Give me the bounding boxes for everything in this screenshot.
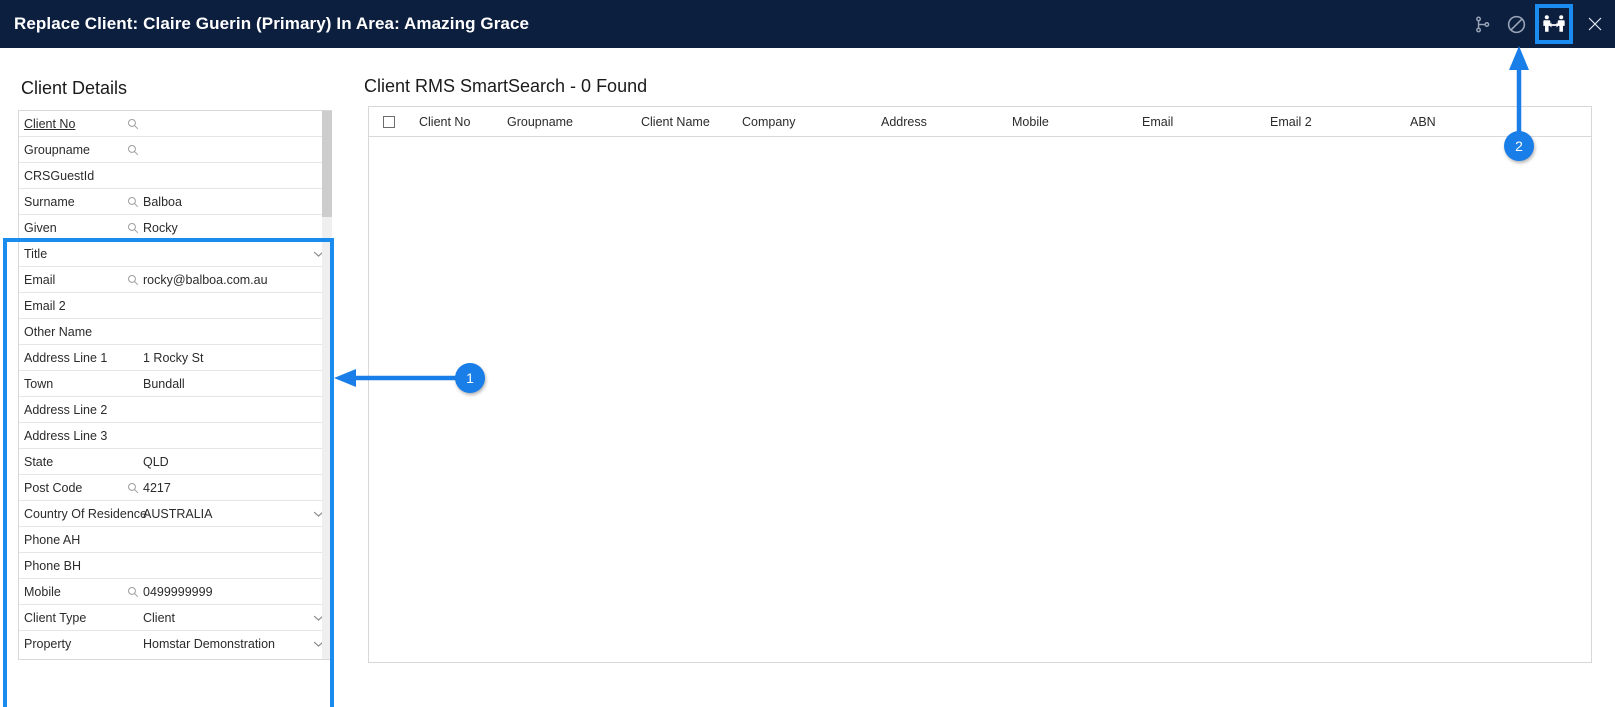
field-value[interactable]: Rocky xyxy=(143,221,178,235)
merge-icon[interactable] xyxy=(1465,0,1499,48)
field-value[interactable]: 0499999999 xyxy=(143,585,213,599)
field-value[interactable]: AUSTRALIA xyxy=(143,507,212,521)
client-details-heading: Client Details xyxy=(21,78,128,98)
grid-header-row: Client No Groupname Client Name Company Addr… xyxy=(369,107,1591,137)
field-label: Client No xyxy=(24,116,76,131)
form-row[interactable]: Phone AH xyxy=(19,527,332,553)
scrollbar-thumb[interactable] xyxy=(322,111,332,217)
search-icon[interactable] xyxy=(127,482,139,494)
field-label: Phone AH xyxy=(24,532,81,547)
form-row[interactable]: Email 2 xyxy=(19,293,332,319)
grid-column-header[interactable]: Address xyxy=(881,115,927,129)
field-label: Mobile xyxy=(24,584,61,599)
field-label: CRSGuestId xyxy=(24,168,95,183)
search-icon[interactable] xyxy=(127,118,139,130)
grid-column-header[interactable]: Email xyxy=(1142,115,1173,129)
form-row[interactable]: Client No xyxy=(19,111,332,137)
replace-client-window: Replace Client: Claire Guerin (Primary) … xyxy=(0,0,1615,707)
titlebar-actions xyxy=(1465,0,1615,48)
callout-badge-1: 1 xyxy=(455,363,485,393)
close-icon[interactable] xyxy=(1575,0,1615,48)
form-row[interactable]: State QLD xyxy=(19,449,332,475)
search-icon[interactable] xyxy=(127,144,139,156)
field-label: Groupname xyxy=(24,142,91,157)
search-icon[interactable] xyxy=(127,196,139,208)
grid-column-header[interactable]: Mobile xyxy=(1012,115,1049,129)
form-row[interactable]: Address Line 2 xyxy=(19,397,332,423)
form-row[interactable]: Title xyxy=(19,241,332,267)
field-value[interactable]: Balboa xyxy=(143,195,182,209)
client-details-fields: Client No Groupname CRSGuestId Surname Balbo… xyxy=(18,110,332,660)
form-row[interactable]: Address Line 1 1 Rocky St xyxy=(19,345,332,371)
smartsearch-heading: Client RMS SmartSearch - 0 Found xyxy=(364,76,648,96)
field-label: Surname xyxy=(24,194,75,209)
grid-body xyxy=(369,137,1591,662)
callout-badge-2: 2 xyxy=(1504,131,1534,161)
smartsearch-grid: Client No Groupname Client Name Company Addr… xyxy=(368,106,1592,663)
callout-arrow-1 xyxy=(330,362,475,394)
smartsearch-pane: Client RMS SmartSearch - 0 Found Client … xyxy=(350,48,1615,707)
field-label: Client Type xyxy=(24,610,87,625)
form-row[interactable]: CRSGuestId xyxy=(19,163,332,189)
search-icon[interactable] xyxy=(127,274,139,286)
field-label: Property xyxy=(24,637,72,651)
search-icon[interactable] xyxy=(127,222,139,234)
field-label: Post Code xyxy=(24,480,83,495)
field-value[interactable]: QLD xyxy=(143,455,169,469)
form-row[interactable]: Mobile 0499999999 xyxy=(19,579,332,605)
field-value[interactable]: Homstar Demonstration xyxy=(143,637,275,651)
form-row[interactable]: Post Code 4217 xyxy=(19,475,332,501)
search-icon[interactable] xyxy=(127,586,139,598)
field-label: Given xyxy=(24,220,57,235)
grid-column-header[interactable]: Company xyxy=(742,115,796,129)
title-bar: Replace Client: Claire Guerin (Primary) … xyxy=(0,0,1615,48)
form-row[interactable]: Other Name xyxy=(19,319,332,345)
form-row[interactable]: Phone BH xyxy=(19,553,332,579)
field-label: Country Of Residence xyxy=(24,506,147,521)
field-value[interactable]: Client xyxy=(143,611,175,625)
replace-client-icon[interactable] xyxy=(1535,4,1573,44)
form-row[interactable]: Client Type Client xyxy=(19,605,332,631)
form-row[interactable]: Town Bundall xyxy=(19,371,332,397)
field-label: Address Line 1 xyxy=(24,350,108,365)
field-value[interactable]: rocky@balboa.com.au xyxy=(143,273,268,287)
field-label: Address Line 3 xyxy=(24,428,108,443)
form-row[interactable]: Groupname xyxy=(19,137,332,163)
grid-column-header[interactable]: Client Name xyxy=(641,115,710,129)
field-value[interactable]: Bundall xyxy=(143,377,185,391)
form-row[interactable]: Surname Balboa xyxy=(19,189,332,215)
grid-column-header[interactable]: Groupname xyxy=(507,115,573,129)
field-label: Phone BH xyxy=(24,558,81,573)
field-label: Email xyxy=(24,272,56,287)
grid-column-header[interactable]: ABN xyxy=(1410,115,1436,129)
field-label: Title xyxy=(24,246,48,261)
block-icon[interactable] xyxy=(1499,0,1533,48)
form-row[interactable]: Address Line 3 xyxy=(19,423,332,449)
form-row[interactable]: Email rocky@balboa.com.au xyxy=(19,267,332,293)
field-value[interactable]: 4217 xyxy=(143,481,171,495)
field-label: Address Line 2 xyxy=(24,402,108,417)
client-details-pane: Client Details Client No Groupname CRSGues… xyxy=(0,48,350,707)
field-label: Other Name xyxy=(24,324,93,339)
field-label: Town xyxy=(24,376,54,391)
select-all-checkbox[interactable] xyxy=(383,115,395,128)
page-title: Replace Client: Claire Guerin (Primary) … xyxy=(14,14,530,33)
field-label: Email 2 xyxy=(24,298,66,313)
form-row[interactable]: Property Homstar Demonstration xyxy=(19,631,332,657)
grid-column-header[interactable]: Email 2 xyxy=(1270,115,1312,129)
grid-column-header[interactable]: Client No xyxy=(419,115,470,129)
field-value[interactable]: 1 Rocky St xyxy=(143,351,203,365)
form-row[interactable]: Country Of Residence AUSTRALIA xyxy=(19,501,332,527)
field-label: State xyxy=(24,454,54,469)
form-row[interactable]: Given Rocky xyxy=(19,215,332,241)
